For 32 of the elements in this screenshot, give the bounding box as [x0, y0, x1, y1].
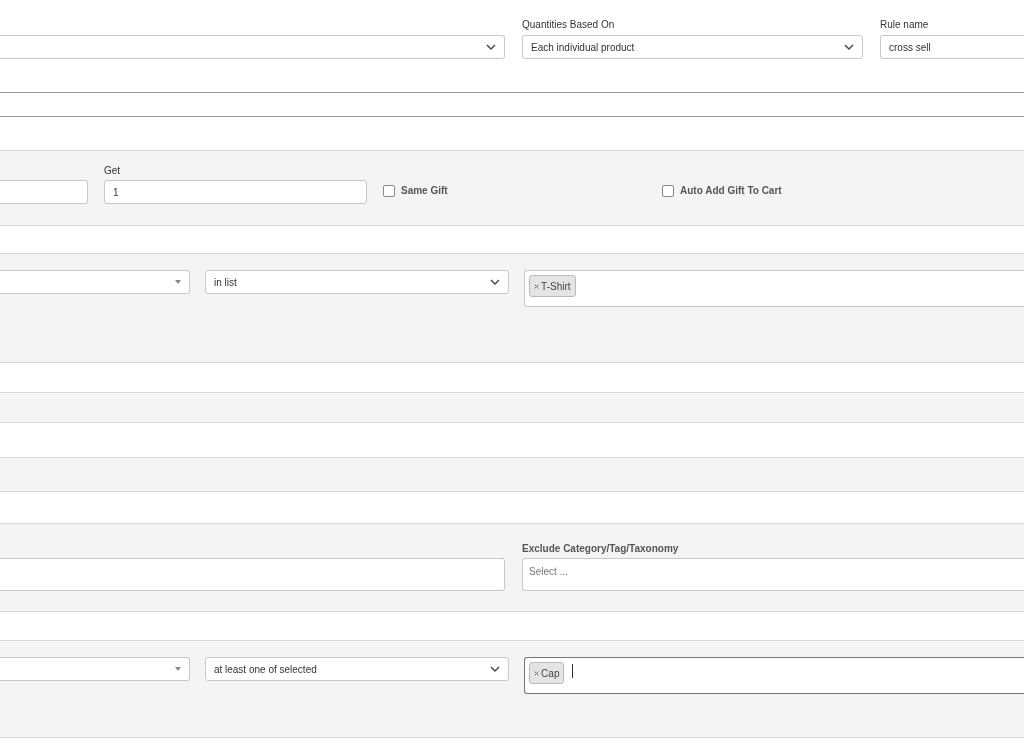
field-label: Rule name	[880, 18, 930, 29]
field-label: Quantities Based On	[522, 18, 616, 29]
tags-field[interactable]: T-Shirt	[524, 270, 1024, 307]
exclude-select-field[interactable]: Select ...	[522, 558, 1024, 591]
chevron-down-icon	[490, 666, 501, 672]
caret-down-icon	[174, 280, 181, 284]
input-field[interactable]	[0, 180, 88, 204]
chevron-down-icon	[844, 44, 854, 50]
dropdown[interactable]: Each individual product	[522, 35, 863, 59]
tag-label: T-Shirt	[541, 279, 571, 294]
field-label: Exclude Category/Tag/Taxonomy	[522, 542, 680, 553]
text-cursor	[572, 664, 574, 678]
caret-down-icon	[174, 667, 181, 671]
checkbox-label: Same Gift	[401, 184, 448, 198]
get-input[interactable]: 1	[104, 180, 367, 204]
chevron-down-icon	[486, 44, 496, 50]
tags-field[interactable]: Cap	[524, 657, 1024, 694]
checkbox-label: Auto Add Gift To Cart	[680, 184, 782, 198]
dropdown[interactable]	[0, 657, 190, 681]
dropdown[interactable]	[0, 270, 190, 294]
chevron-down-icon	[490, 279, 501, 285]
dropdown[interactable]: at least one of selected	[204, 657, 510, 681]
input-field[interactable]	[0, 558, 505, 591]
remove-icon[interactable]	[534, 283, 540, 289]
field-label: Get	[104, 164, 122, 175]
rule-name-input[interactable]: cross sell	[880, 35, 1024, 59]
checkbox[interactable]	[383, 184, 395, 197]
tag-label: Cap	[541, 666, 560, 681]
remove-icon[interactable]	[534, 670, 540, 676]
dropdown[interactable]: in list	[204, 270, 510, 294]
dropdown[interactable]	[0, 35, 505, 59]
checkbox[interactable]	[662, 184, 674, 197]
